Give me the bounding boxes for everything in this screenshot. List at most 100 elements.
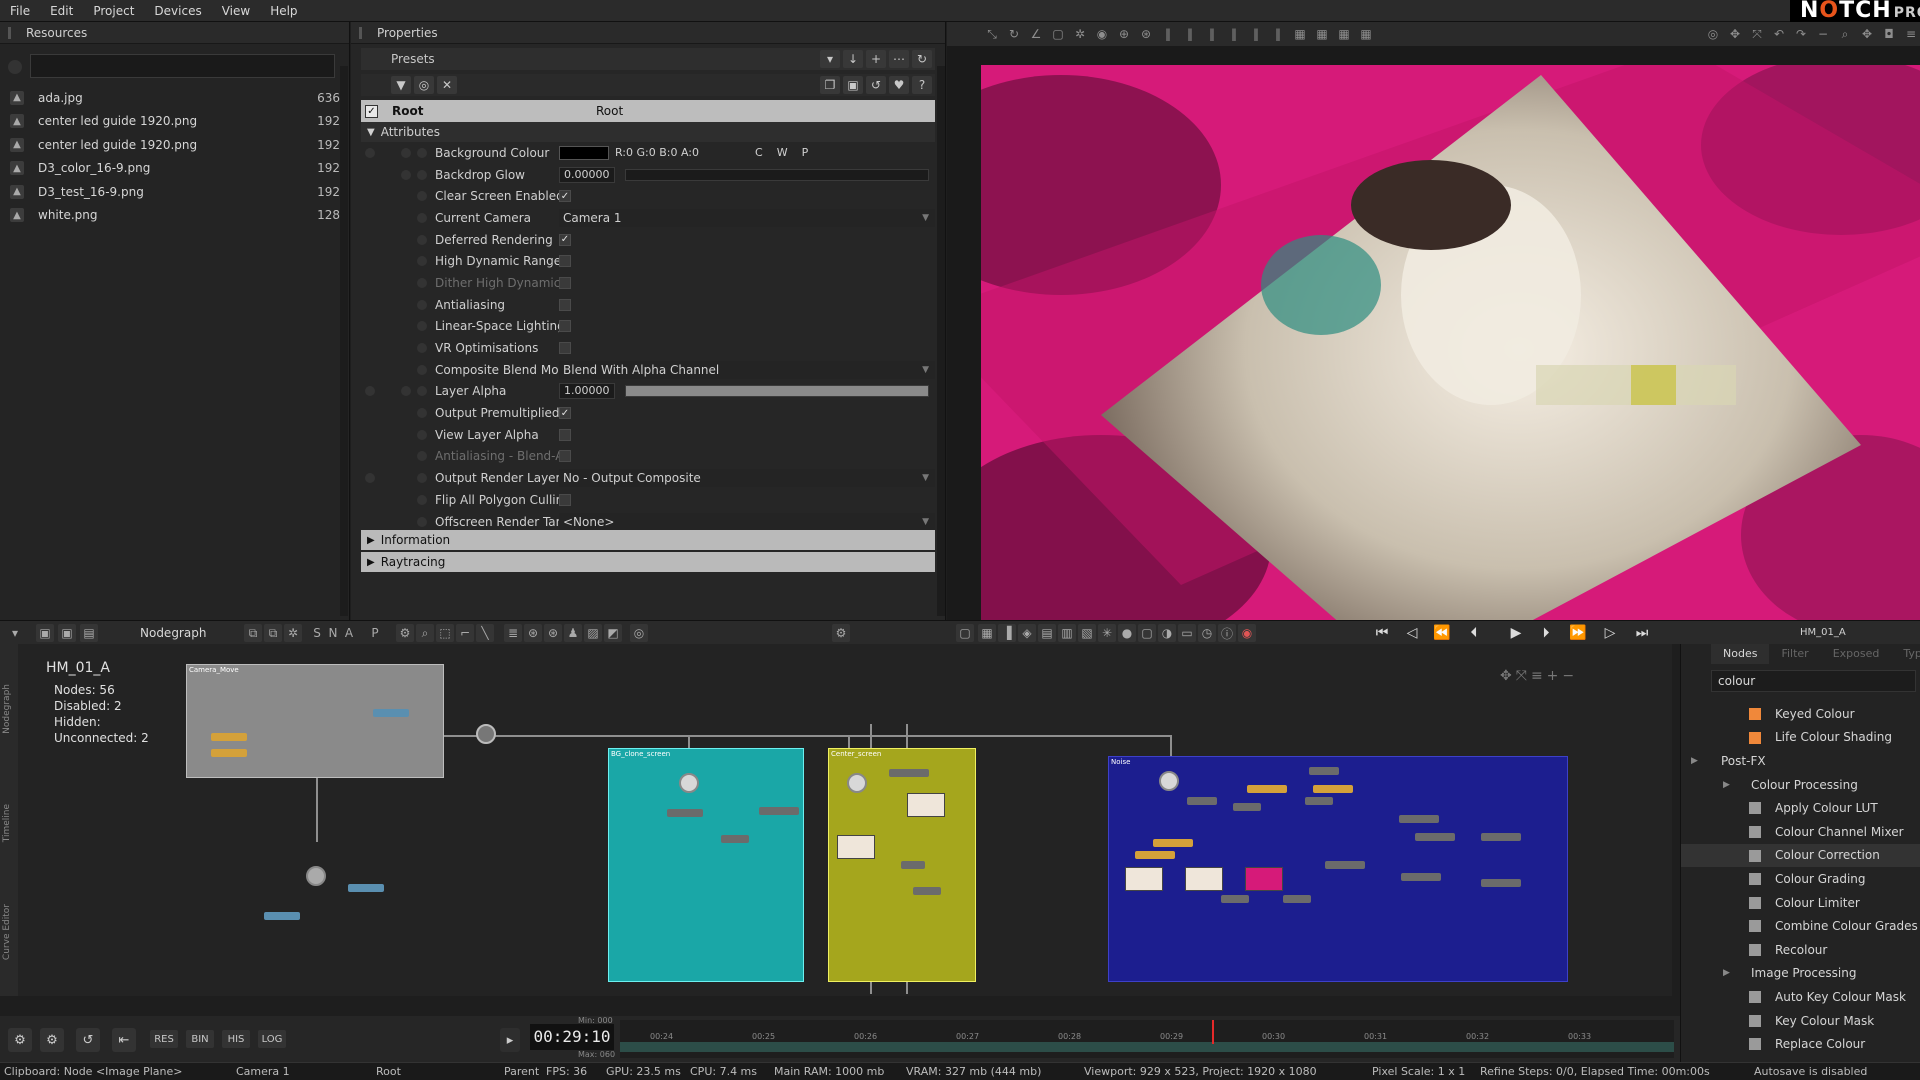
node[interactable] bbox=[1401, 873, 1441, 881]
search-icon[interactable]: ⌕ bbox=[416, 624, 434, 642]
nodes-search-input[interactable] bbox=[1711, 670, 1916, 692]
colour-icon[interactable]: ▐ bbox=[998, 624, 1016, 642]
view-layer-alpha-checkbox[interactable] bbox=[559, 428, 571, 441]
frame-icon[interactable]: ▣ bbox=[36, 624, 54, 642]
camera-icon[interactable]: ◘ bbox=[1880, 25, 1898, 43]
tab-filter[interactable]: Filter bbox=[1769, 644, 1820, 664]
expose-icon[interactable] bbox=[417, 299, 427, 310]
node-image-thumbnail[interactable] bbox=[1185, 867, 1223, 891]
step-forward-icon[interactable]: ⏵ bbox=[1534, 623, 1558, 643]
node-type-item[interactable]: Colour Limiter bbox=[1681, 891, 1920, 915]
crosshair-icon[interactable]: ⊕ bbox=[1115, 25, 1133, 43]
resource-item[interactable]: ▲ ada.jpg 636 bbox=[0, 86, 340, 110]
minus-icon[interactable]: − bbox=[1814, 25, 1832, 43]
target-icon[interactable]: ◎ bbox=[630, 624, 648, 642]
node-image-thumbnail[interactable] bbox=[1245, 867, 1283, 891]
side-tab-nodegraph[interactable]: Nodegraph bbox=[2, 684, 16, 734]
bars-icon[interactable]: ‖ bbox=[1225, 25, 1243, 43]
dropdown-arrow-icon[interactable]: ▾ bbox=[820, 50, 840, 68]
settings-icon[interactable]: ⚙ bbox=[8, 1028, 32, 1052]
timeline[interactable]: 00:24 00:25 00:26 00:27 00:28 00:29 00:30 00:31… bbox=[620, 1020, 1674, 1058]
antialiasing-checkbox[interactable] bbox=[559, 298, 571, 311]
tab-types[interactable]: Types bbox=[1891, 644, 1920, 664]
node-type-item[interactable]: Colour Correction bbox=[1681, 843, 1920, 868]
node[interactable] bbox=[1187, 797, 1217, 805]
undo-icon[interactable]: ↶ bbox=[1770, 25, 1788, 43]
star-icon[interactable]: ✲ bbox=[1071, 25, 1089, 43]
link-icon[interactable] bbox=[401, 386, 411, 397]
prev-icon[interactable]: ⇤ bbox=[112, 1028, 136, 1052]
node-type-item[interactable]: Recolour bbox=[1681, 938, 1920, 962]
toolbar-letter-a[interactable]: A bbox=[340, 624, 358, 642]
link-icon[interactable] bbox=[401, 169, 411, 180]
zoom-out-icon[interactable]: − bbox=[1562, 668, 1574, 684]
sphere-icon[interactable]: ● bbox=[1118, 624, 1136, 642]
root-row[interactable]: ✓ Root Root bbox=[361, 100, 935, 122]
keyframe-icon[interactable] bbox=[365, 386, 375, 397]
node-subcategory[interactable]: ▶ Image Processing bbox=[1681, 962, 1920, 986]
gizmo-icon[interactable]: ⊛ bbox=[544, 624, 562, 642]
help-icon[interactable]: ? bbox=[912, 76, 932, 94]
node-type-item[interactable]: Life Colour Shading bbox=[1681, 726, 1920, 750]
node-image-thumbnail[interactable] bbox=[837, 835, 875, 859]
expose-icon[interactable] bbox=[417, 408, 427, 419]
tab-nodes[interactable]: Nodes bbox=[1711, 644, 1770, 664]
colour-p-button[interactable]: P bbox=[802, 146, 809, 159]
settings-icon[interactable]: ⚙ bbox=[832, 624, 850, 642]
menu-file[interactable]: File bbox=[0, 4, 40, 18]
move-icon[interactable]: ✥ bbox=[1500, 668, 1512, 684]
grid-icon[interactable]: ▦ bbox=[978, 624, 996, 642]
timecode-display[interactable]: 00:29:10 bbox=[530, 1024, 614, 1050]
node[interactable] bbox=[1309, 767, 1339, 775]
copy-icon[interactable]: ❐ bbox=[820, 76, 840, 94]
tab-exposed[interactable]: Exposed bbox=[1821, 644, 1892, 664]
circle-icon[interactable]: ◑ bbox=[1158, 624, 1176, 642]
fit-icon[interactable]: ⤧ bbox=[1516, 668, 1527, 684]
node-type-item[interactable]: Apply Colour LUT bbox=[1681, 796, 1920, 820]
backdrop-glow-input[interactable]: 0.00000 bbox=[559, 166, 615, 183]
sun-icon[interactable]: ✳ bbox=[1098, 624, 1116, 642]
node[interactable] bbox=[211, 749, 247, 757]
record-icon[interactable]: ◎ bbox=[1704, 25, 1722, 43]
side-tab-curve-editor[interactable]: Curve Editor bbox=[2, 904, 16, 960]
colour-swatch[interactable] bbox=[559, 145, 609, 160]
node-image-thumbnail[interactable] bbox=[1125, 867, 1163, 891]
menu-icon[interactable]: ≡ bbox=[1902, 25, 1920, 43]
render-layers-dropdown[interactable]: No - Output Composite ▼ bbox=[559, 469, 935, 488]
current-camera-dropdown[interactable]: Camera 1 ▼ bbox=[559, 208, 935, 227]
res-icon[interactable]: ▢ bbox=[956, 624, 974, 642]
node-camera[interactable] bbox=[679, 773, 699, 793]
node-subcategory[interactable]: ▶ Colour Processing bbox=[1681, 773, 1920, 797]
timeline-track[interactable] bbox=[620, 1042, 1674, 1052]
information-section[interactable]: ▶ Information bbox=[361, 530, 935, 550]
png-icon[interactable]: ▥ bbox=[1058, 624, 1076, 642]
fast-forward-icon[interactable]: ⏩ bbox=[1566, 623, 1590, 643]
keyframe-icon[interactable] bbox=[365, 473, 375, 484]
next-key-icon[interactable]: ▷ bbox=[1598, 623, 1622, 643]
raytracing-section[interactable]: ▶ Raytracing bbox=[361, 552, 935, 572]
chart-icon[interactable]: ◩ bbox=[604, 624, 622, 642]
node[interactable] bbox=[901, 861, 925, 869]
prev-key-icon[interactable]: ◁ bbox=[1400, 623, 1424, 643]
keyframe-icon[interactable] bbox=[365, 147, 375, 158]
angle-icon[interactable]: ∠ bbox=[1027, 25, 1045, 43]
node[interactable] bbox=[1399, 815, 1439, 823]
node[interactable] bbox=[1221, 895, 1249, 903]
add-icon[interactable]: + bbox=[866, 50, 886, 68]
dither-checkbox[interactable] bbox=[559, 276, 571, 289]
clear-icon[interactable]: ✕ bbox=[437, 76, 457, 94]
frame-icon[interactable]: ▣ bbox=[58, 624, 76, 642]
node-type-item[interactable]: Key Colour Mask bbox=[1681, 1009, 1920, 1033]
node-type-item[interactable]: Auto Key Colour Mask bbox=[1681, 985, 1920, 1009]
node-category[interactable]: ▶ Post-FX bbox=[1681, 749, 1920, 773]
node[interactable] bbox=[1283, 895, 1311, 903]
transform-icon[interactable]: ⤡ bbox=[983, 25, 1001, 43]
deferred-rendering-checkbox[interactable]: ✓ bbox=[559, 233, 571, 246]
zoom-icon[interactable]: ⌕ bbox=[1836, 25, 1854, 43]
favourite-icon[interactable]: ♥ bbox=[889, 76, 909, 94]
grid-icon[interactable]: ▦ bbox=[1291, 25, 1309, 43]
stack-icon[interactable]: ≣ bbox=[504, 624, 522, 642]
play-mode-icon[interactable]: ▸ bbox=[500, 1028, 520, 1052]
node[interactable] bbox=[913, 887, 941, 895]
zoom-in-icon[interactable]: + bbox=[1547, 668, 1559, 684]
